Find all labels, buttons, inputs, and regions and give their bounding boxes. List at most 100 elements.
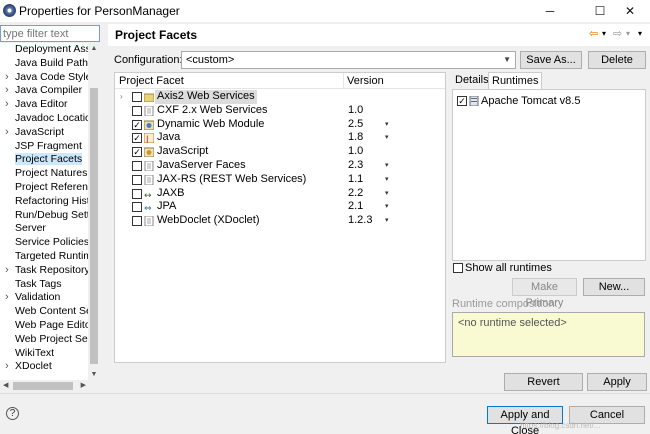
tree-horizontal-scrollbar[interactable]: ◀ ▶ xyxy=(0,380,100,392)
close-button[interactable]: ✕ xyxy=(610,0,650,22)
sidebar-item[interactable]: › Java Editor xyxy=(0,98,88,112)
show-all-runtimes[interactable]: Show all runtimes xyxy=(453,262,552,274)
sidebar-item[interactable]: › Java Code Style xyxy=(0,71,88,85)
sidebar-item[interactable]: Server xyxy=(0,222,88,236)
facet-version[interactable]: 2.5 xyxy=(348,118,363,132)
chevron-right-icon[interactable]: › xyxy=(120,90,123,104)
sidebar-item[interactable]: Project Natures xyxy=(0,167,88,181)
sidebar-item[interactable]: Project Referenc xyxy=(0,181,88,195)
delete-button[interactable]: Delete xyxy=(588,51,646,69)
sidebar-item[interactable]: Web Content Se xyxy=(0,305,88,319)
column-header-version[interactable]: Version xyxy=(347,75,384,87)
back-menu-icon[interactable]: ▾ xyxy=(602,29,606,38)
sidebar-item[interactable]: Deployment Ass xyxy=(0,43,88,57)
facet-row[interactable]: ✓ JavaScript 1.0 xyxy=(115,145,445,159)
configuration-select[interactable]: <custom> ▼ xyxy=(181,51,516,69)
column-divider[interactable] xyxy=(343,73,344,89)
facet-version[interactable]: 1.8 xyxy=(348,131,363,145)
chevron-right-icon[interactable]: › xyxy=(5,360,9,374)
version-dropdown-icon[interactable]: ▾ xyxy=(385,173,389,187)
facet-checkbox[interactable] xyxy=(132,92,142,102)
facet-checkbox[interactable] xyxy=(132,105,142,116)
sidebar-item[interactable]: Targeted Runtim xyxy=(0,250,88,264)
facet-checkbox[interactable] xyxy=(132,216,142,227)
revert-button[interactable]: Revert xyxy=(504,373,583,391)
sidebar-item[interactable]: › Task Repository xyxy=(0,264,88,278)
facet-row[interactable]: ⇔ JPA 2.1 ▾ xyxy=(115,200,445,214)
scroll-thumb[interactable] xyxy=(90,88,98,364)
chevron-right-icon[interactable]: › xyxy=(5,291,9,305)
sidebar-item[interactable]: Javadoc Locatio xyxy=(0,112,88,126)
facet-version[interactable]: 1.2.3 xyxy=(348,214,372,228)
forward-menu-icon[interactable]: ▾ xyxy=(626,29,630,38)
facet-row[interactable]: JavaServer Faces 2.3 ▾ xyxy=(115,159,445,173)
chevron-right-icon[interactable]: › xyxy=(5,264,9,278)
facet-checkbox[interactable] xyxy=(132,202,142,213)
version-dropdown-icon[interactable]: ▾ xyxy=(385,131,389,145)
facet-row[interactable]: WebDoclet (XDoclet) 1.2.3 ▾ xyxy=(115,214,445,228)
facet-checkbox[interactable]: ✓ xyxy=(132,147,142,158)
facet-row[interactable]: ✓ Dynamic Web Module 2.5 ▾ xyxy=(115,118,445,132)
runtime-checkbox[interactable]: ✓ xyxy=(457,96,467,107)
version-dropdown-icon[interactable]: ▾ xyxy=(385,187,389,201)
chevron-right-icon[interactable]: › xyxy=(5,98,9,112)
sidebar-item[interactable]: Project Facets xyxy=(0,153,88,167)
chevron-right-icon[interactable]: › xyxy=(5,84,9,98)
scroll-left-icon[interactable]: ◀ xyxy=(3,380,8,392)
chevron-right-icon[interactable]: › xyxy=(5,71,9,85)
sidebar-item[interactable]: WikiText xyxy=(0,347,88,361)
tab-details[interactable]: Details xyxy=(452,72,492,89)
sidebar-item[interactable]: JSP Fragment xyxy=(0,140,88,154)
facet-version[interactable]: 2.3 xyxy=(348,159,363,173)
version-dropdown-icon[interactable]: ▾ xyxy=(385,200,389,214)
chevron-right-icon[interactable]: › xyxy=(5,126,9,140)
runtime-item[interactable]: ✓ Apache Tomcat v8.5 xyxy=(457,94,580,108)
version-dropdown-icon[interactable]: ▾ xyxy=(385,159,389,173)
facet-row[interactable]: ↔ JAXB 2.2 ▾ xyxy=(115,187,445,201)
facet-checkbox[interactable] xyxy=(132,174,142,185)
sidebar-item[interactable]: › Validation xyxy=(0,291,88,305)
scroll-right-icon[interactable]: ▶ xyxy=(81,380,86,392)
version-dropdown-icon[interactable]: ▾ xyxy=(385,214,389,228)
column-header-facet[interactable]: Project Facet xyxy=(119,75,184,87)
facet-row[interactable]: CXF 2.x Web Services 1.0 xyxy=(115,104,445,118)
facet-row[interactable]: › Axis2 Web Services xyxy=(115,90,445,104)
tree-vertical-scrollbar[interactable]: ▲ ▼ xyxy=(88,43,100,380)
facet-checkbox[interactable]: ✓ xyxy=(132,133,142,144)
sidebar-item[interactable]: › Java Compiler xyxy=(0,84,88,98)
show-all-checkbox[interactable] xyxy=(453,263,463,274)
sidebar-item[interactable]: Refactoring Hist xyxy=(0,195,88,209)
filter-input[interactable] xyxy=(1,26,99,41)
view-menu-icon[interactable]: ▾ xyxy=(638,29,642,38)
new-runtime-button[interactable]: New... xyxy=(583,278,645,296)
facet-version[interactable]: 1.0 xyxy=(348,145,363,159)
sidebar-item[interactable]: Run/Debug Setti xyxy=(0,209,88,223)
forward-icon[interactable]: ⇨ xyxy=(613,27,622,40)
sidebar-item[interactable]: Web Project Set xyxy=(0,333,88,347)
facet-version[interactable]: 1.0 xyxy=(348,104,363,118)
facet-version[interactable]: 2.2 xyxy=(348,187,363,201)
facet-checkbox[interactable] xyxy=(132,161,142,171)
make-primary-button[interactable]: Make Primary xyxy=(512,278,577,309)
help-icon[interactable]: ? xyxy=(6,407,19,420)
sidebar-item[interactable]: Web Page Editor xyxy=(0,319,88,333)
scroll-up-icon[interactable]: ▲ xyxy=(88,45,100,52)
facet-version[interactable]: 1.1 xyxy=(348,173,363,187)
facet-row[interactable]: ✓ J Java 1.8 ▾ xyxy=(115,131,445,145)
version-dropdown-icon[interactable]: ▾ xyxy=(385,118,389,132)
facet-checkbox[interactable]: ✓ xyxy=(132,119,142,130)
facet-checkbox[interactable] xyxy=(132,188,142,199)
sidebar-item[interactable]: › XDoclet xyxy=(0,360,88,374)
facet-version[interactable]: 2.1 xyxy=(348,200,363,214)
save-as-button[interactable]: Save As... xyxy=(520,51,582,69)
hscroll-thumb[interactable] xyxy=(13,382,73,390)
sidebar-item[interactable]: › JavaScript xyxy=(0,126,88,140)
minimize-button[interactable]: ─ xyxy=(530,0,570,22)
sidebar-item[interactable]: Task Tags xyxy=(0,278,88,292)
back-icon[interactable]: ⇦ xyxy=(589,27,598,40)
sidebar-item[interactable]: Java Build Path xyxy=(0,57,88,71)
apply-button[interactable]: Apply xyxy=(587,373,647,391)
facet-row[interactable]: JAX-RS (REST Web Services) 1.1 ▾ xyxy=(115,173,445,187)
sidebar-item[interactable]: Service Policies xyxy=(0,236,88,250)
tab-runtimes[interactable]: Runtimes xyxy=(488,72,543,89)
